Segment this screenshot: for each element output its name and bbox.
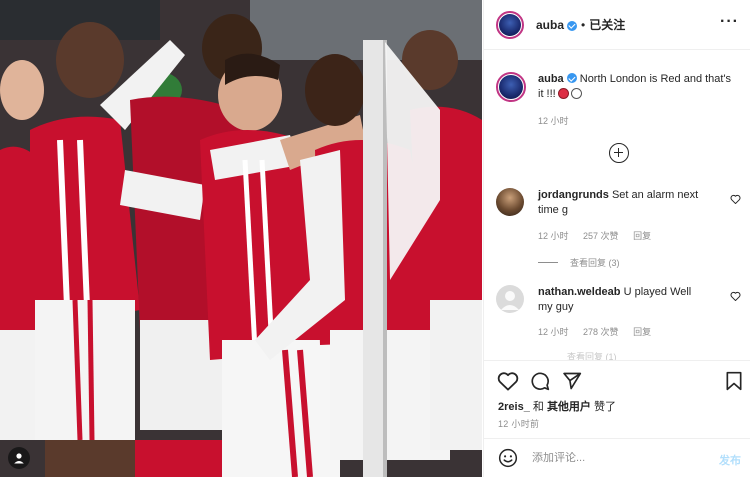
comment-likes[interactable]: 257 次赞 [583, 231, 619, 241]
comment-item: nathan.weldeab U played Well my guy 12 小… [496, 285, 741, 345]
post-caption: auba North London is Red and that's it !… [496, 72, 739, 102]
verified-badge-icon [567, 20, 578, 31]
comment-item: jordangrunds Set an alarm next time g 12… [496, 188, 741, 258]
comment-username[interactable]: nathan.weldeab [538, 286, 621, 298]
user-tag-icon[interactable] [8, 447, 30, 469]
likes-joiner: 和 [532, 401, 544, 413]
post-photo[interactable] [0, 0, 482, 477]
comment-username[interactable]: jordangrunds [538, 189, 609, 201]
comment-reply-button[interactable]: 回复 [633, 327, 651, 337]
celebration-photo [0, 0, 482, 477]
bookmark-icon[interactable] [725, 371, 743, 391]
emoji-icon[interactable] [498, 448, 518, 468]
white-circle-emoji [570, 88, 582, 99]
comment-body: jordangrunds Set an alarm next time g [538, 188, 708, 218]
verified-badge-icon [566, 73, 577, 83]
more-options-icon[interactable]: ··· [720, 14, 739, 30]
red-circle-emoji [557, 88, 569, 99]
heart-icon[interactable] [497, 371, 519, 391]
commenter-avatar[interactable] [496, 188, 524, 216]
add-circle-icon[interactable] [609, 143, 629, 163]
comment-likes[interactable]: 278 次赞 [583, 327, 619, 337]
author-username[interactable]: auba [536, 18, 564, 32]
caption-avatar[interactable] [496, 72, 526, 102]
comment-time: 12 小时 [538, 327, 569, 337]
comment-meta: 12 小时 278 次赞 回复 [538, 325, 663, 338]
post-header: auba • 已关注 ··· [484, 0, 750, 50]
caption-timestamp: 12 小时 [538, 116, 569, 126]
likes-summary: 2reis_ 和 其他用户 赞了 [498, 398, 616, 414]
send-icon[interactable] [562, 371, 582, 391]
comment-reply-button[interactable]: 回复 [633, 231, 651, 241]
action-bar [484, 360, 750, 400]
post-comment-button[interactable]: 发布 [719, 452, 741, 468]
author-avatar[interactable] [496, 10, 524, 39]
replies-divider [538, 262, 558, 263]
caption-username[interactable]: auba [538, 73, 564, 85]
view-replies-label: 查看回复 (3) [570, 258, 620, 268]
likes-others-link[interactable]: 其他用户 [547, 401, 591, 413]
post-side-panel: auba • 已关注 ··· auba North London is Red … [483, 0, 750, 477]
commenter-avatar[interactable] [496, 285, 524, 313]
view-replies-link[interactable]: 查看回复 (3) [538, 256, 620, 269]
comment-heart-icon[interactable] [730, 194, 741, 204]
comment-time: 12 小时 [538, 231, 569, 241]
follow-button[interactable]: 已关注 [589, 16, 625, 33]
comment-input[interactable] [532, 452, 692, 464]
comment-composer: 发布 [484, 438, 750, 477]
comment-icon[interactable] [530, 371, 550, 391]
caption-body: auba North London is Red and that's it !… [538, 72, 739, 102]
comment-heart-icon[interactable] [730, 291, 741, 301]
comment-meta: 12 小时 257 次赞 回复 [538, 229, 663, 242]
separator-dot: • [581, 17, 586, 32]
comment-body: nathan.weldeab U played Well my guy [538, 285, 708, 315]
liker-username[interactable]: 2reis_ [498, 401, 530, 413]
likes-suffix: 赞了 [594, 401, 616, 413]
post-timestamp: 12 小时前 [498, 419, 540, 429]
